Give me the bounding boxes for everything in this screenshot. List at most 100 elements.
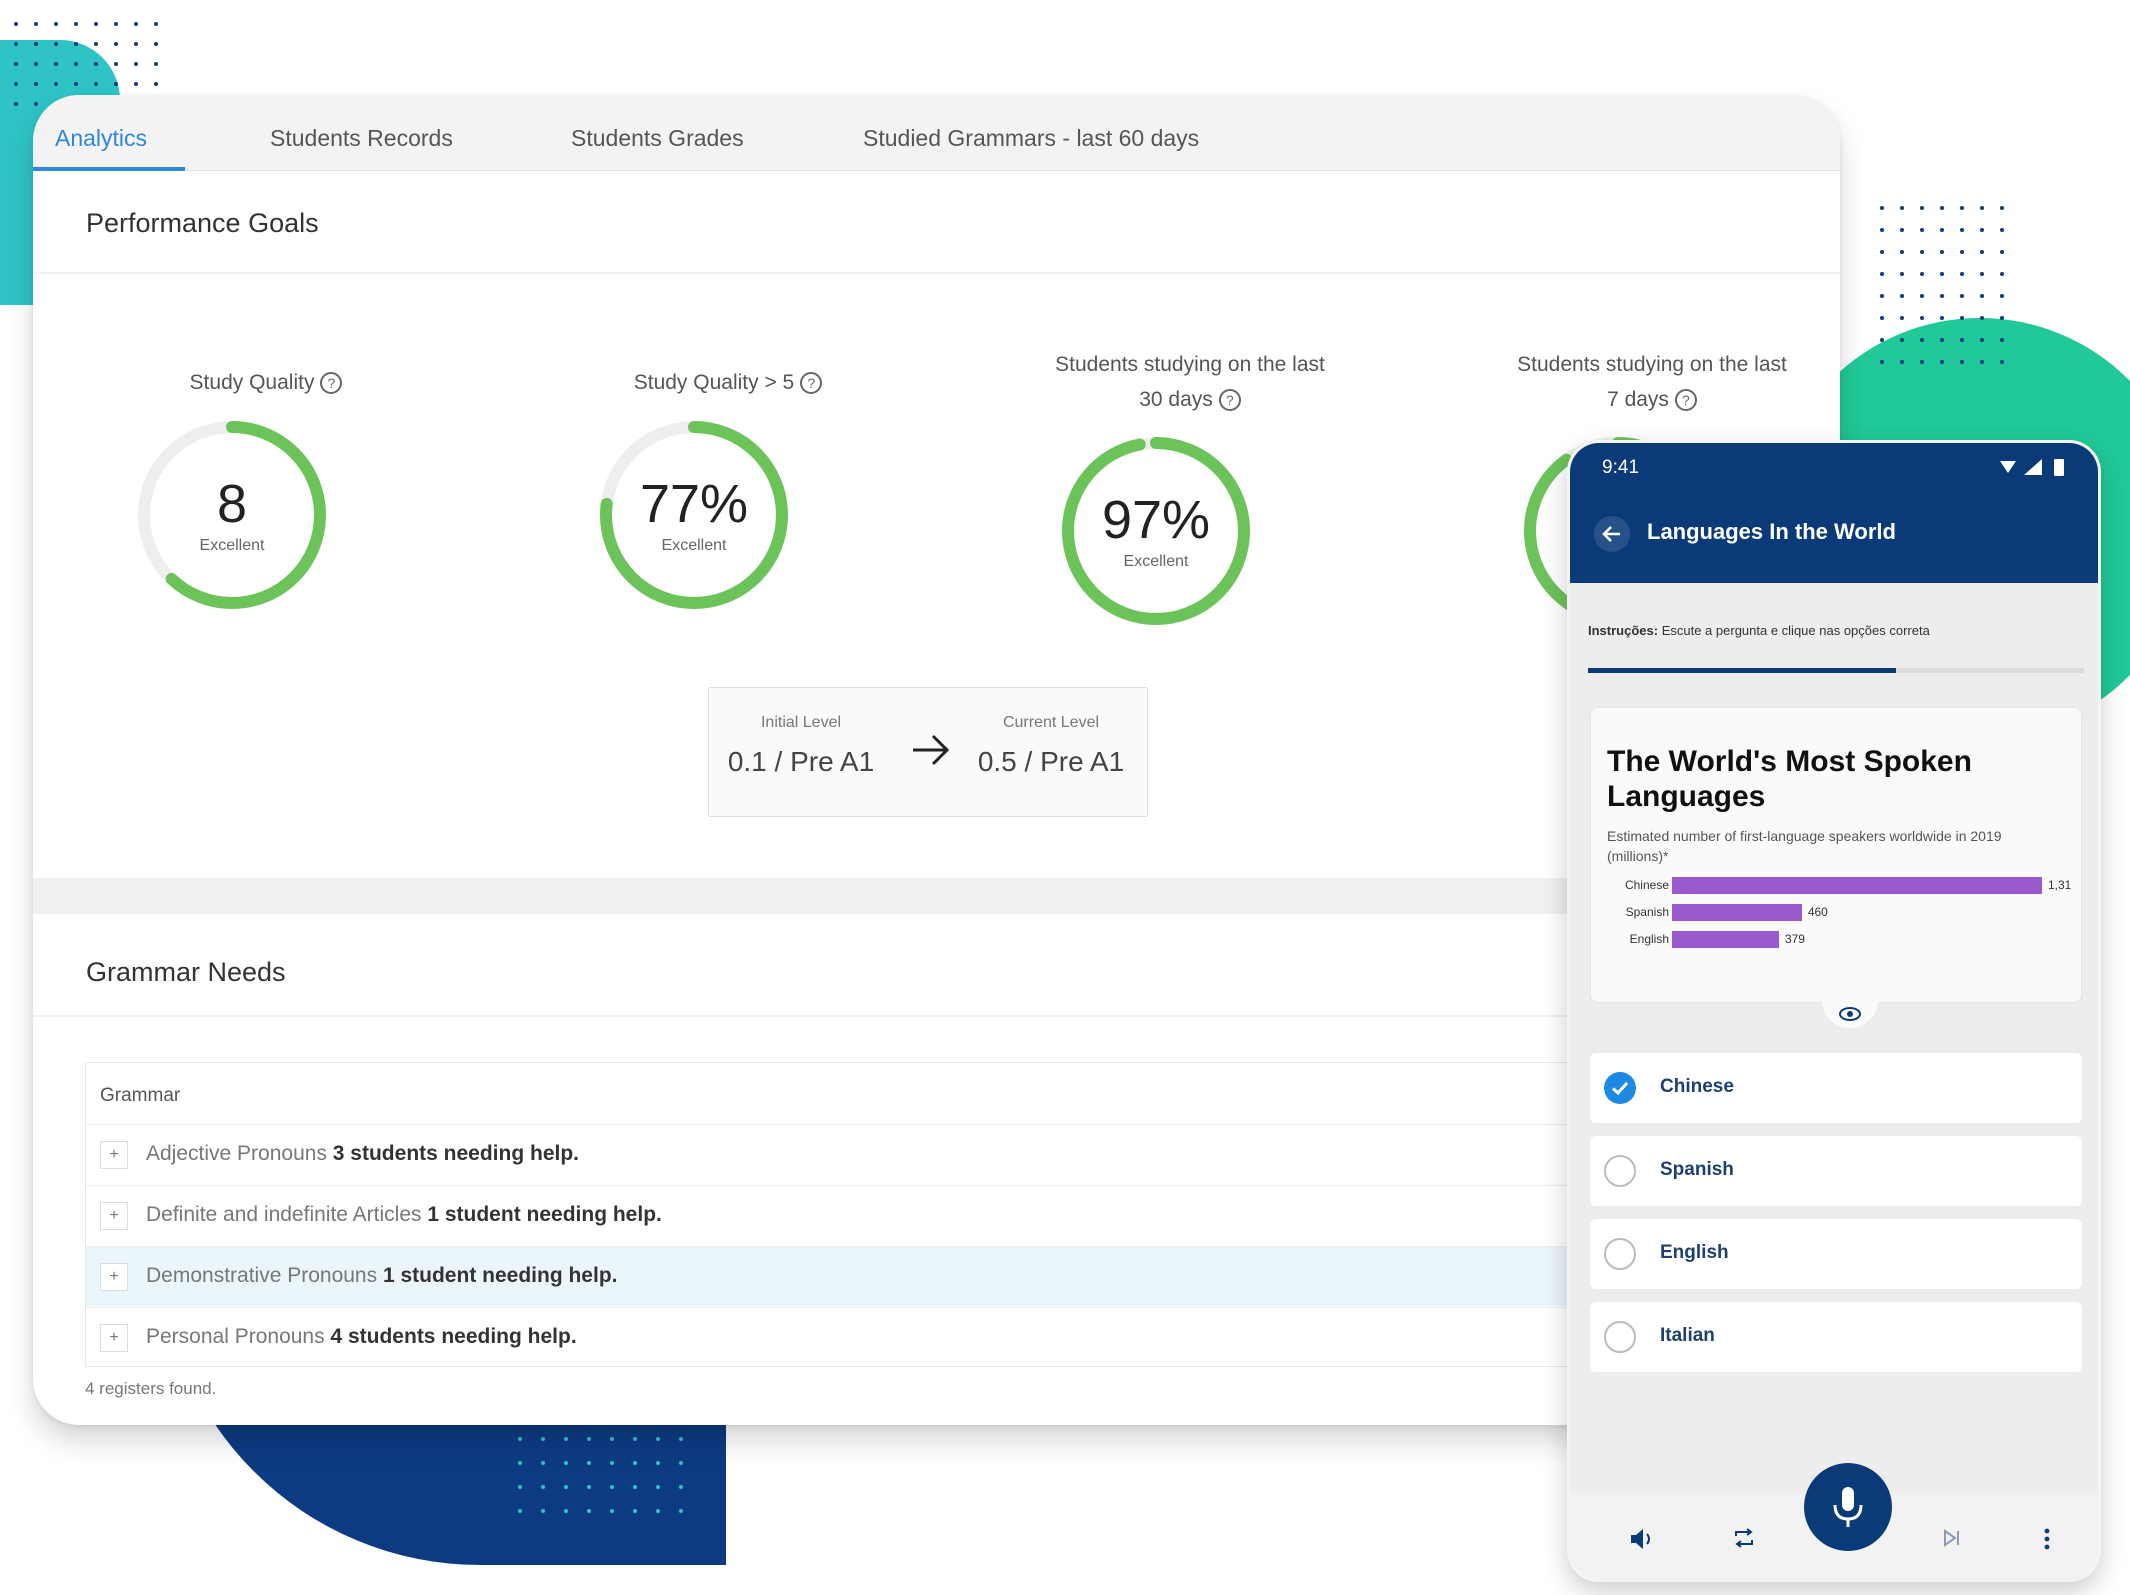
decor-dot <box>656 1437 660 1441</box>
decor-dot <box>74 82 78 86</box>
decor-dot <box>1960 228 1964 232</box>
goal-label-text: Study Quality > 5 <box>633 371 795 394</box>
decor-dot <box>1880 294 1884 298</box>
initial-level-value: 0.1 / Pre A1 <box>727 746 875 777</box>
decor-dot <box>610 1437 614 1441</box>
decor-dot <box>2000 228 2004 232</box>
decor-dot <box>610 1509 614 1513</box>
decor-dot <box>1940 338 1944 342</box>
help-icon[interactable]: ? <box>1674 389 1697 412</box>
students-needing-help: 4 students needing help. <box>330 1325 577 1348</box>
expand-plus-icon[interactable]: + <box>100 1324 128 1352</box>
decor-dot <box>1920 316 1924 320</box>
speaker-icon[interactable] <box>1628 1527 1656 1551</box>
students-needing-help: 1 student needing help. <box>427 1203 662 1226</box>
decor-dot <box>1940 360 1944 364</box>
decor-dot <box>587 1485 591 1489</box>
status-time: 9:41 <box>1602 457 1639 478</box>
decor-dot <box>74 42 78 46</box>
decor-dot <box>2000 206 2004 210</box>
decor-dot <box>2000 360 2004 364</box>
repeat-icon[interactable] <box>1732 1527 1756 1549</box>
goal-label-line: 30 days <box>1139 388 1213 411</box>
tab-analytics[interactable]: Analytics <box>55 95 147 171</box>
expand-plus-icon[interactable]: + <box>100 1202 128 1230</box>
decor-dot <box>1980 294 1984 298</box>
decor-dot <box>1900 360 1904 364</box>
microphone-button[interactable] <box>1804 1463 1892 1551</box>
bar-category-label: English <box>1629 932 1669 946</box>
decor-dot <box>541 1509 545 1513</box>
decor-dot <box>94 62 98 66</box>
decor-dot <box>2000 316 2004 320</box>
tab-studied-grammars[interactable]: Studied Grammars - last 60 days <box>863 95 1199 171</box>
decor-dot <box>54 62 58 66</box>
decor-dot <box>14 42 18 46</box>
more-vertical-icon[interactable] <box>2042 1527 2052 1551</box>
status-icons <box>2000 459 2064 476</box>
tab-students-records[interactable]: Students Records <box>270 95 453 171</box>
decor-dot <box>1940 250 1944 254</box>
goal-label-line: Students studying on the last <box>1517 353 1787 376</box>
microphone-icon <box>1833 1487 1863 1527</box>
goal-label-line: Students studying on the last <box>1055 353 1325 376</box>
decor-dot <box>679 1461 683 1465</box>
decor-dot <box>2000 250 2004 254</box>
bar-english <box>1672 931 1779 948</box>
decor-dot <box>74 22 78 26</box>
expand-plus-icon[interactable]: + <box>100 1263 128 1291</box>
bar-value-label: 460 <box>1807 905 1828 919</box>
decor-dot <box>1980 250 1984 254</box>
option-spanish[interactable]: Spanish <box>1590 1136 2082 1206</box>
goal-label-line: 7 days <box>1607 388 1669 411</box>
skip-next-icon[interactable] <box>1940 1527 1964 1549</box>
decor-dot <box>1960 206 1964 210</box>
decor-dot <box>154 82 158 86</box>
decor-dot <box>34 22 38 26</box>
decor-dot <box>54 42 58 46</box>
decor-dot <box>1900 250 1904 254</box>
decor-dot <box>94 82 98 86</box>
decor-dot <box>1980 316 1984 320</box>
decor-dot <box>1940 294 1944 298</box>
help-icon[interactable]: ? <box>800 372 823 395</box>
decor-dot <box>114 62 118 66</box>
decor-dot <box>1900 272 1904 276</box>
dot-grid-right <box>1880 206 2020 364</box>
instructions: Instruções: Escute a pergunta e clique n… <box>1588 623 1930 638</box>
card-subtitle: Estimated number of first-language speak… <box>1607 828 2002 864</box>
decor-dot <box>1940 272 1944 276</box>
option-english[interactable]: English <box>1590 1219 2082 1289</box>
option-italian[interactable]: Italian <box>1590 1302 2082 1372</box>
gauge-rating: Excellent <box>661 537 727 554</box>
decor-dot <box>1900 316 1904 320</box>
decor-dot <box>1880 338 1884 342</box>
gauge-30-days: 97% Excellent <box>1056 431 1256 631</box>
decor-dot <box>1900 294 1904 298</box>
option-chinese[interactable]: Chinese <box>1590 1053 2082 1123</box>
phone-mockup: 9:41 Languages In the World Instruções: … <box>1567 440 2101 1582</box>
gauge-rating: Excellent <box>199 537 265 554</box>
decor-dot <box>1940 316 1944 320</box>
help-icon[interactable]: ? <box>320 372 343 395</box>
decor-dot <box>1920 338 1924 342</box>
expand-plus-icon[interactable]: + <box>100 1141 128 1169</box>
decor-dot <box>34 82 38 86</box>
radio-icon[interactable] <box>1604 1155 1636 1187</box>
decor-dot <box>134 62 138 66</box>
radio-icon[interactable] <box>1604 1321 1636 1353</box>
gauge-value: 97% <box>1101 490 1211 550</box>
radio-icon[interactable] <box>1604 1238 1636 1270</box>
decor-dot <box>134 82 138 86</box>
tab-students-grades[interactable]: Students Grades <box>571 95 744 171</box>
grammar-needs-title: Grammar Needs <box>86 957 286 987</box>
back-arrow-icon[interactable] <box>1594 516 1630 552</box>
decor-dot <box>74 62 78 66</box>
help-icon[interactable]: ? <box>1218 389 1241 412</box>
decor-dot <box>34 62 38 66</box>
decor-dot <box>1940 206 1944 210</box>
decor-dot <box>587 1437 591 1441</box>
radio-checked-icon[interactable] <box>1604 1072 1636 1104</box>
eye-icon[interactable] <box>1822 1000 1878 1028</box>
decor-dot <box>679 1485 683 1489</box>
